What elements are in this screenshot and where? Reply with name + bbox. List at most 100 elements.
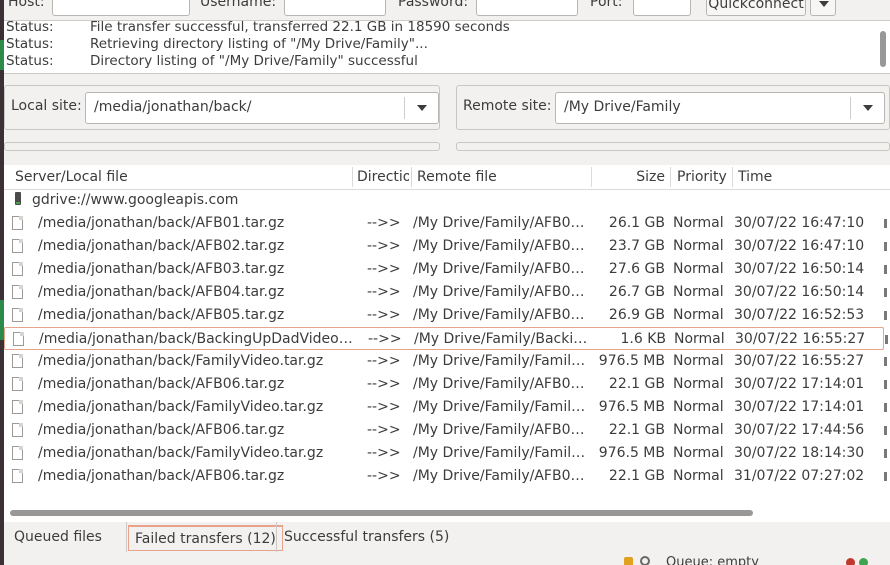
direction: -->> — [368, 331, 402, 347]
file-icon — [12, 354, 23, 368]
time: 30/07/22 16:55:27 — [735, 331, 866, 347]
local-site-label: Local site: — [11, 98, 82, 114]
server-address: gdrive://www.googleapis.com — [32, 192, 239, 208]
direction: -->> — [367, 307, 401, 323]
priority: Normal — [673, 307, 724, 323]
remote-tree-pane[interactable] — [456, 142, 890, 151]
transfer-list: Server/Local file Direction Remote file … — [4, 165, 890, 522]
time: 30/07/22 16:52:53 — [734, 307, 865, 323]
tab-failed-transfers[interactable]: Failed transfers (12) — [128, 525, 283, 551]
host-input[interactable] — [52, 0, 190, 16]
chevron-down-icon — [417, 105, 427, 111]
size: 976.5 MB — [598, 353, 665, 369]
server-row[interactable]: gdrive://www.googleapis.com — [4, 189, 884, 212]
row-edge-marker — [885, 335, 888, 344]
username-input[interactable] — [284, 0, 386, 16]
priority: Normal — [673, 353, 724, 369]
priority: Normal — [673, 238, 724, 254]
remote-file: /My Drive/Family/AFB06.tar.gz — [413, 422, 589, 438]
table-row[interactable]: /media/jonathan/back/AFB06.tar.gz -->> /My… — [4, 373, 887, 396]
size: 1.6 KB — [620, 331, 667, 347]
local-tree-pane[interactable] — [4, 142, 440, 151]
file-icon — [12, 423, 23, 437]
log-line: Status: Retrieving directory listing of "… — [6, 36, 428, 52]
local-site-combo[interactable]: /media/jonathan/back/ — [85, 92, 439, 124]
transfer-list-hscrollbar[interactable] — [10, 510, 753, 516]
transfer-list-header: Server/Local file Direction Remote file … — [4, 165, 890, 190]
row-edge-marker — [884, 403, 887, 412]
row-edge-marker — [884, 380, 887, 389]
tab-successful-transfers[interactable]: Successful transfers (5) — [278, 525, 455, 551]
direction: -->> — [367, 284, 401, 300]
time: 30/07/22 18:14:30 — [734, 445, 865, 461]
size: 22.1 GB — [608, 376, 665, 392]
table-row[interactable]: /media/jonathan/back/BackingUpDadVideos.… — [4, 327, 888, 350]
table-row[interactable]: /media/jonathan/back/AFB05.tar.gz -->> /My… — [4, 304, 887, 327]
table-row[interactable]: /media/jonathan/back/AFB06.tar.gz -->> /My… — [4, 465, 887, 488]
local-file: /media/jonathan/back/FamilyVideo.tar.gz — [38, 353, 324, 369]
column-remote-file[interactable]: Remote file — [417, 169, 587, 185]
local-file: /media/jonathan/back/AFB03.tar.gz — [38, 261, 285, 277]
status-bar: Queue: empty — [4, 552, 890, 565]
file-icon — [12, 262, 23, 276]
size: 976.5 MB — [598, 399, 665, 415]
table-row[interactable]: /media/jonathan/back/AFB03.tar.gz -->> /My… — [4, 258, 887, 281]
column-priority[interactable]: Priority — [677, 169, 731, 185]
remote-file: /My Drive/Family/AFB06.tar.gz — [413, 468, 589, 484]
password-input[interactable] — [476, 0, 578, 16]
priority: Normal — [673, 376, 724, 392]
size: 22.1 GB — [608, 422, 665, 438]
local-file: /media/jonathan/back/AFB06.tar.gz — [38, 468, 285, 484]
queue-status: Queue: empty — [666, 555, 759, 565]
row-edge-marker — [884, 426, 887, 435]
table-row[interactable]: /media/jonathan/back/AFB01.tar.gz -->> /My… — [4, 212, 887, 235]
username-label: Username: — [200, 0, 277, 10]
local-file: /media/jonathan/back/AFB06.tar.gz — [38, 376, 285, 392]
size: 26.9 GB — [608, 307, 665, 323]
table-row[interactable]: /media/jonathan/back/AFB06.tar.gz -->> /My… — [4, 419, 887, 442]
port-input[interactable] — [633, 0, 691, 16]
local-file: /media/jonathan/back/AFB02.tar.gz — [38, 238, 285, 254]
table-row[interactable]: /media/jonathan/back/AFB04.tar.gz -->> /My… — [4, 281, 887, 304]
time: 30/07/22 16:47:10 — [734, 215, 865, 231]
column-direction[interactable]: Direction — [357, 169, 409, 185]
time: 30/07/22 17:14:01 — [734, 399, 865, 415]
time: 30/07/22 16:50:14 — [734, 261, 865, 277]
file-icon — [12, 400, 23, 414]
direction: -->> — [367, 238, 401, 254]
size: 27.6 GB — [608, 261, 665, 277]
size: 26.7 GB — [608, 284, 665, 300]
column-size[interactable]: Size — [594, 169, 665, 185]
table-row[interactable]: /media/jonathan/back/FamilyVideo.tar.gz -… — [4, 442, 887, 465]
remote-file: /My Drive/Family/AFB06.tar.gz — [413, 376, 589, 392]
table-row[interactable]: /media/jonathan/back/FamilyVideo.tar.gz -… — [4, 350, 887, 373]
remote-site-combo[interactable]: /My Drive/Family — [555, 92, 885, 124]
chevron-down-icon — [819, 1, 829, 7]
tab-queued-files[interactable]: Queued files — [8, 525, 108, 551]
log-scrollbar[interactable] — [880, 31, 886, 67]
file-icon — [12, 377, 23, 391]
row-edge-marker — [884, 311, 887, 320]
quickconnect-history-button[interactable] — [810, 0, 836, 16]
quickconnect-button[interactable]: Quickconnect — [706, 0, 806, 16]
local-file: /media/jonathan/back/FamilyVideo.tar.gz — [38, 445, 324, 461]
row-edge-marker — [884, 265, 887, 274]
log-line: Status: Directory listing of "/My Drive/F… — [6, 53, 418, 69]
time: 30/07/22 16:47:10 — [734, 238, 865, 254]
time: 30/07/22 17:44:56 — [734, 422, 865, 438]
column-time[interactable]: Time — [738, 169, 878, 185]
table-row[interactable]: /media/jonathan/back/FamilyVideo.tar.gz -… — [4, 396, 887, 419]
priority: Normal — [673, 261, 724, 277]
row-edge-marker — [884, 288, 887, 297]
direction: -->> — [367, 468, 401, 484]
remote-site-label: Remote site: — [463, 98, 552, 114]
direction: -->> — [367, 422, 401, 438]
column-server-local[interactable]: Server/Local file — [15, 169, 349, 185]
priority: Normal — [673, 422, 724, 438]
priority: Normal — [673, 399, 724, 415]
row-edge-marker — [884, 449, 887, 458]
table-row[interactable]: /media/jonathan/back/AFB02.tar.gz -->> /My… — [4, 235, 887, 258]
remote-file: /My Drive/Family/AFB03.tar.gz — [413, 261, 589, 277]
priority: Normal — [673, 468, 724, 484]
message-log[interactable]: Status: File transfer successful, transfe… — [4, 20, 890, 74]
